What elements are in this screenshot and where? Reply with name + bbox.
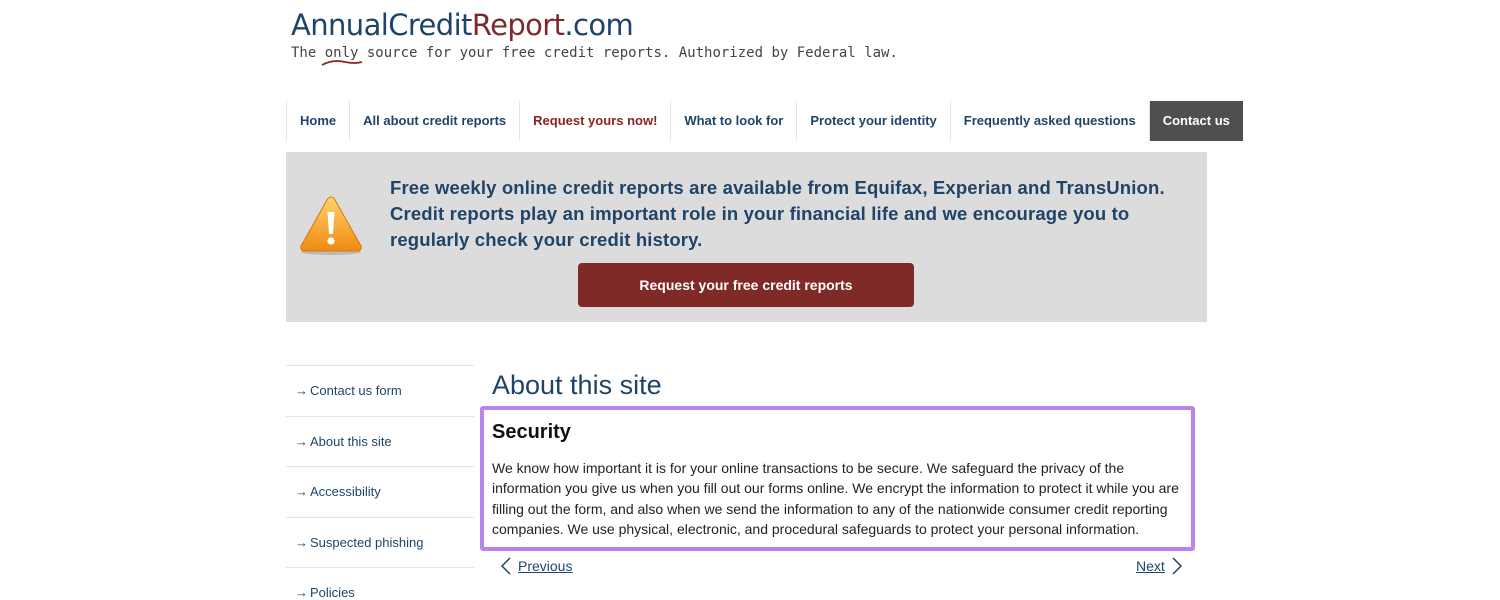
- sidebar-item-about-this-site[interactable]: → About this site: [286, 415, 474, 467]
- next-label: Next: [1136, 558, 1165, 574]
- arrow-right-icon: →: [295, 585, 308, 600]
- sidebar-item-label: Suspected phishing: [310, 534, 424, 550]
- previous-link[interactable]: Previous: [500, 557, 572, 575]
- tagline-start: The: [291, 45, 325, 61]
- sidebar-item-label: Contact us form: [310, 383, 402, 398]
- logo-dotcom: .com: [564, 8, 634, 42]
- tagline-only: only: [321, 45, 362, 66]
- logo-report: Report: [471, 8, 565, 42]
- nav-what-to-look-for[interactable]: What to look for: [671, 101, 798, 141]
- sidebar-item-label: About this site: [310, 433, 392, 449]
- chevron-left-icon: [500, 557, 511, 575]
- section-heading: Security: [492, 421, 571, 443]
- logo-credit: Credit: [388, 8, 472, 42]
- logo-annual: Annual: [291, 8, 389, 42]
- page-title: About this site: [492, 370, 662, 400]
- tagline-end: source for your free credit reports. Aut…: [358, 45, 898, 61]
- site-tagline: The only source for your free credit rep…: [291, 45, 898, 66]
- nav-request-yours-now[interactable]: Request yours now!: [520, 101, 672, 141]
- previous-label: Previous: [518, 558, 573, 574]
- arrow-right-icon: →: [295, 484, 308, 499]
- nav-all-about-credit-reports[interactable]: All about credit reports: [350, 101, 521, 141]
- sidebar-item-suspected-phishing[interactable]: → Suspected phishing: [286, 516, 474, 568]
- site-logo[interactable]: AnnualCreditReport.com: [291, 8, 634, 42]
- arrow-right-icon: →: [295, 383, 308, 398]
- nav-faq[interactable]: Frequently asked questions: [951, 101, 1150, 141]
- sidebar-item-accessibility[interactable]: → Accessibility: [286, 466, 474, 517]
- chevron-right-icon: [1172, 557, 1182, 575]
- next-link[interactable]: Next: [1136, 557, 1183, 575]
- sidebar-item-policies[interactable]: → Policies: [286, 567, 474, 600]
- warning-icon: [300, 196, 362, 255]
- request-free-reports-button[interactable]: Request your free credit reports: [578, 263, 914, 307]
- sidebar-item-label: Policies: [310, 585, 355, 600]
- underline-swoosh-icon: [321, 60, 362, 66]
- nav-home[interactable]: Home: [287, 101, 351, 141]
- main-nav: Home All about credit reports Request yo…: [286, 101, 1243, 141]
- banner-message: Free weekly online credit reports are av…: [390, 177, 1165, 250]
- nav-protect-your-identity[interactable]: Protect your identity: [797, 101, 951, 141]
- sidebar: → Contact us form → About this site → Acces…: [286, 365, 474, 600]
- nav-contact-us[interactable]: Contact us: [1149, 101, 1243, 141]
- alert-banner: Free weekly online credit reports are av…: [286, 152, 1207, 322]
- sidebar-item-contact-us-form[interactable]: → Contact us form: [286, 365, 474, 416]
- section-body: We know how important it is for your onl…: [492, 460, 1179, 537]
- arrow-right-icon: →: [295, 534, 308, 550]
- arrow-right-icon: →: [295, 433, 308, 449]
- sidebar-item-label: Accessibility: [310, 484, 381, 499]
